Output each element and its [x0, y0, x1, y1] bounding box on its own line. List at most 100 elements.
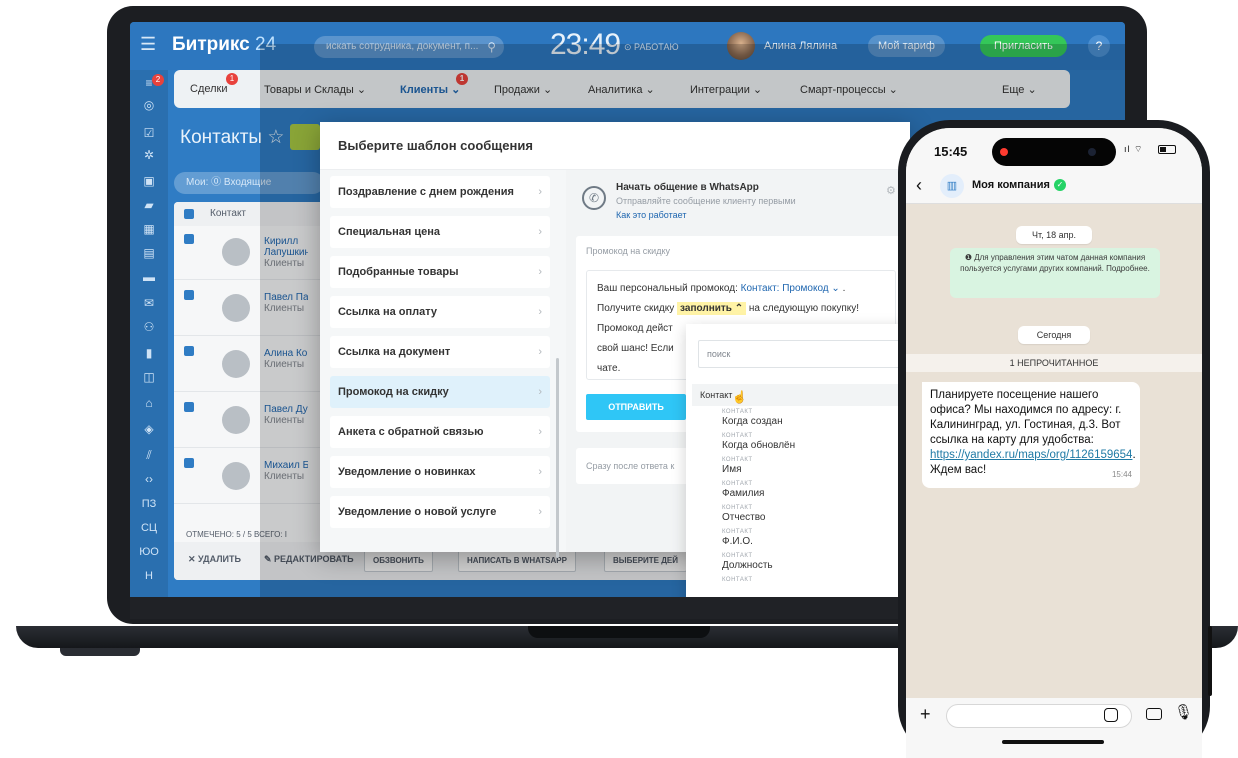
- template-item[interactable]: Ссылка на документ ›: [330, 336, 550, 368]
- tasks-icon[interactable]: ☑: [141, 126, 157, 140]
- tab-deals[interactable]: Сделки 1: [190, 73, 238, 95]
- template-item[interactable]: Подобранные товары ›: [330, 256, 550, 288]
- text-fragment: .: [842, 283, 846, 294]
- template-item[interactable]: Анкета с обратной связью ›: [330, 416, 550, 448]
- how-it-works-link[interactable]: Как это работает: [616, 210, 686, 220]
- choose-action-button[interactable]: ВЫБЕРИТЕ ДЕЙ: [604, 550, 688, 572]
- template-item[interactable]: Специальная цена ›: [330, 216, 550, 248]
- send-button[interactable]: ОТПРАВИТЬ: [586, 394, 686, 420]
- company-avatar-icon[interactable]: ▥: [940, 174, 964, 198]
- image-icon[interactable]: ◫: [141, 370, 157, 384]
- field-option[interactable]: КОНТАКТ Должность: [722, 552, 912, 572]
- nav-item-n[interactable]: Н: [136, 570, 162, 582]
- placeholder-chip-promocode[interactable]: Контакт: Промокод ⌄: [741, 283, 840, 294]
- contact-name[interactable]: Павел ДубоКлиенты: [264, 404, 308, 426]
- filter-input[interactable]: Мои: ⓪ Входящие: [174, 172, 324, 194]
- edit-button[interactable]: ✎ РЕДАКТИРОВАТЬ: [264, 554, 354, 565]
- template-item[interactable]: Уведомление о новой услуге ›: [330, 496, 550, 528]
- tab-products[interactable]: Товары и Склады ⌄: [264, 83, 366, 96]
- sticker-icon[interactable]: [1104, 708, 1118, 722]
- incoming-message[interactable]: Планируете посещение нашего офиса? Мы на…: [922, 382, 1140, 488]
- tariff-button[interactable]: Мой тариф: [868, 35, 945, 57]
- contact-name[interactable]: Павел ПанкрКлиенты: [264, 292, 308, 314]
- tab-clients[interactable]: Клиенты ⌄ 1: [400, 73, 468, 96]
- field-option[interactable]: КОНТАКТ Имя: [722, 456, 912, 476]
- row-checkbox[interactable]: [184, 458, 194, 468]
- template-label: Ссылка на оплату: [338, 306, 438, 318]
- nav-item-pz[interactable]: ПЗ: [136, 498, 162, 510]
- table-row[interactable]: Павел ДубоКлиенты: [174, 394, 334, 448]
- field-option[interactable]: КОНТАКТ Фамилия: [722, 480, 912, 500]
- table-row[interactable]: Кирилл Лапушкин Клиенты: [174, 226, 334, 280]
- template-list-scrollbar[interactable]: [556, 358, 559, 558]
- template-item[interactable]: Поздравление с днем рождения ›: [330, 176, 550, 208]
- menu-burger-icon[interactable]: ☰: [140, 34, 156, 55]
- row-checkbox[interactable]: [184, 234, 194, 244]
- tab-smart-processes[interactable]: Смарт-процессы ⌄: [800, 83, 898, 96]
- avatar: [222, 350, 250, 378]
- users-icon[interactable]: ⚇: [141, 320, 157, 334]
- contact-name[interactable]: Михаил БелКлиенты: [264, 460, 308, 482]
- template-item[interactable]: Ссылка на оплату ›: [330, 296, 550, 328]
- table-row[interactable]: Михаил БелКлиенты: [174, 450, 334, 504]
- inbox-icon[interactable]: ▣: [141, 174, 157, 188]
- analytics-icon[interactable]: ▮: [141, 346, 157, 360]
- star-icon[interactable]: ☆: [267, 127, 284, 148]
- chat-name[interactable]: Моя компания: [972, 179, 1050, 191]
- field-option[interactable]: КОНТАКТ: [722, 576, 912, 584]
- map-link[interactable]: https://yandex.ru/maps/org/1126159654: [930, 449, 1132, 461]
- mail-icon[interactable]: ✉: [141, 296, 157, 310]
- contact-name[interactable]: Алина КовалКлиенты: [264, 348, 308, 370]
- work-status[interactable]: ⊙ РАБОТАЮ: [624, 42, 679, 53]
- invite-button[interactable]: Пригласить: [980, 35, 1067, 57]
- field-option[interactable]: КОНТАКТ Отчество: [722, 504, 912, 524]
- slashes-icon[interactable]: ⫽: [141, 448, 157, 462]
- storage-icon[interactable]: ▬: [141, 270, 157, 284]
- nav-item-sc[interactable]: СЦ: [136, 522, 162, 534]
- back-icon[interactable]: ‹: [916, 176, 922, 194]
- tab-more[interactable]: Еще ⌄: [1002, 83, 1037, 96]
- logo-text: Битрикс: [172, 34, 250, 55]
- camera-icon[interactable]: [1146, 708, 1162, 720]
- target-icon[interactable]: ◎: [141, 98, 157, 112]
- template-item-selected[interactable]: Промокод на скидку ›: [330, 376, 550, 408]
- calendar-icon[interactable]: ▦: [141, 222, 157, 236]
- field-search-input[interactable]: поиск: [698, 340, 912, 368]
- field-group-contact[interactable]: Контакт: [692, 384, 916, 406]
- settings-icon[interactable]: ✲: [141, 148, 157, 162]
- row-checkbox[interactable]: [184, 346, 194, 356]
- row-checkbox[interactable]: [184, 402, 194, 412]
- plus-icon[interactable]: +: [920, 704, 931, 725]
- global-search-input[interactable]: искать сотрудника, документ, п... ⚲: [314, 36, 504, 58]
- code-icon[interactable]: ‹›: [141, 472, 157, 486]
- microphone-icon[interactable]: 🎙: [1174, 703, 1193, 721]
- field-option[interactable]: КОНТАКТ Когда создан: [722, 408, 912, 428]
- table-row[interactable]: Алина КовалКлиенты: [174, 338, 334, 392]
- gear-icon[interactable]: ⚙: [886, 184, 896, 197]
- tab-integrations[interactable]: Интеграции ⌄: [690, 83, 762, 96]
- contact-name-text: Алина Ковал: [264, 348, 308, 359]
- nav-item-yuo[interactable]: ЮО: [136, 546, 162, 558]
- field-option[interactable]: КОНТАКТ Когда обновлён: [722, 432, 912, 452]
- template-item[interactable]: Уведомление о новинках ›: [330, 456, 550, 488]
- tab-analytics[interactable]: Аналитика ⌄: [588, 83, 655, 96]
- field-option[interactable]: КОНТАКТ Ф.И.О.: [722, 528, 912, 548]
- table-row[interactable]: Павел ПанкрКлиенты: [174, 282, 334, 336]
- delete-button[interactable]: ✕ УДАЛИТЬ: [188, 554, 241, 565]
- tab-sales[interactable]: Продажи ⌄: [494, 83, 552, 96]
- contact-name[interactable]: Кирилл Лапушкин Клиенты: [264, 236, 308, 269]
- user-name[interactable]: Алина Лялина: [764, 40, 837, 52]
- create-button[interactable]: [290, 124, 320, 150]
- box-icon[interactable]: ◈: [141, 422, 157, 436]
- row-checkbox[interactable]: [184, 290, 194, 300]
- bitrix-logo[interactable]: Битрикс 24: [172, 34, 276, 56]
- document-icon[interactable]: ▤: [141, 246, 157, 260]
- shop-icon[interactable]: ⌂: [141, 396, 157, 410]
- help-icon[interactable]: ?: [1088, 35, 1110, 57]
- select-all-checkbox[interactable]: [184, 209, 194, 219]
- user-avatar[interactable]: [727, 32, 755, 60]
- business-info-notice[interactable]: ❶ Для управления этим чатом данная компа…: [950, 248, 1160, 298]
- call-button[interactable]: ОБЗВОНИТЬ: [364, 550, 433, 572]
- chat-icon[interactable]: ▰: [141, 198, 157, 212]
- fill-placeholder-chip[interactable]: заполнить ⌃: [677, 302, 747, 315]
